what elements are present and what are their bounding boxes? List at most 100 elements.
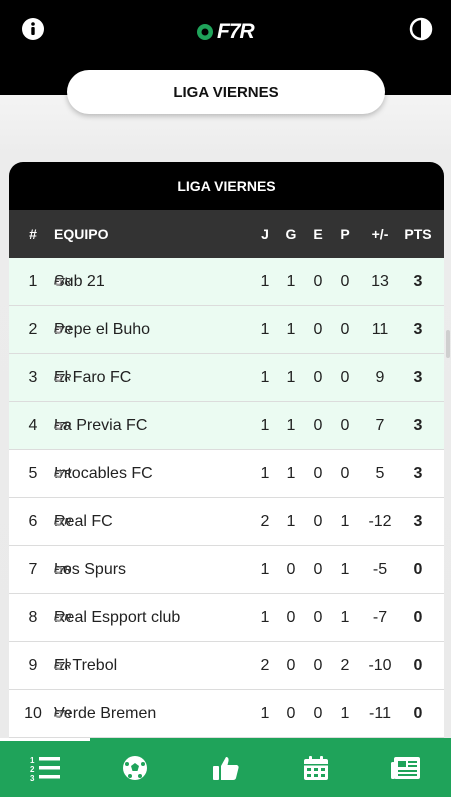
logo-text: F7R [217,20,255,43]
cell-pts: 3 [413,320,423,338]
table-body: 1 F7R Sub 21 1 1 0 0 13 3 2 F7R Pepe el Buho 1 1 0 0 11 3… [9,258,444,738]
nav-standings[interactable]: 1 2 3 [0,738,91,797]
cell-j: 1 [260,704,270,722]
cell-j: 1 [260,320,270,338]
cell-pts: 3 [413,464,423,482]
table-row[interactable]: 7 F7R Los Spurs 1 0 0 1 -5 0 [9,546,444,594]
team-cell: F7R Real FC [54,513,113,531]
soccer-ball-icon [123,755,148,780]
team-logo-text: F7R [54,420,72,431]
table-row[interactable]: 10 F7R Verde Bremen 1 0 0 1 -11 0 [9,690,444,738]
cell-g: 0 [286,560,296,578]
table-row[interactable]: 9 F7R El Trebol 2 0 0 2 -10 0 [9,642,444,690]
calendar-icon [303,755,328,780]
table-row[interactable]: 1 F7R Sub 21 1 1 0 0 13 3 [9,258,444,306]
cell-pos: 5 [28,464,38,482]
header-pts: PTS [404,226,432,242]
team-cell: F7R Verde Bremen [54,705,156,723]
app-logo: F7R [196,20,255,44]
soccer-ball-logo-icon [197,24,213,40]
team-logo-icon: F7R [54,565,71,575]
cell-dg: -7 [372,608,388,626]
cell-dg: 13 [371,272,389,290]
team-cell: F7R La Previa FC [54,417,147,435]
team-logo-icon: F7R [54,325,71,335]
info-button[interactable] [20,16,46,42]
table-row[interactable]: 3 F7R El Faro FC 1 1 0 0 9 3 [9,354,444,402]
table-row[interactable]: 2 F7R Pepe el Buho 1 1 0 0 11 3 [9,306,444,354]
cell-pos: 1 [28,272,38,290]
table-row[interactable]: 5 F7R Intocables FC 1 1 0 0 5 3 [9,450,444,498]
team-logo-icon: F7R [54,661,71,671]
league-selector-button[interactable]: LIGA VIERNES [67,70,385,114]
standings-card: LIGA VIERNES # EQUIPO J G E P +/- PTS 1 F… [9,162,444,738]
cell-g: 0 [286,704,296,722]
cell-pos: 8 [28,608,38,626]
cell-pos: 2 [28,320,38,338]
team-logo-icon: F7R [54,469,71,479]
cell-p: 0 [340,320,350,338]
standings-title: LIGA VIERNES [9,162,444,210]
svg-text:2: 2 [30,765,35,774]
cell-g: 1 [286,416,296,434]
table-row[interactable]: 8 F7R Real Espport club 1 0 0 1 -7 0 [9,594,444,642]
cell-p: 0 [340,416,350,434]
team-logo-icon: F7R [54,373,71,383]
cell-p: 1 [340,704,350,722]
nav-news[interactable] [361,738,451,797]
team-cell: F7R Pepe el Buho [54,321,150,339]
team-logo-text: F7R [54,468,72,479]
theme-toggle-button[interactable] [408,16,434,42]
cell-dg: 11 [371,320,389,338]
cell-e: 0 [313,656,323,674]
cell-e: 0 [313,560,323,578]
nav-favorites[interactable] [180,738,270,797]
cell-e: 0 [313,464,323,482]
scrollbar[interactable] [446,330,450,358]
cell-e: 0 [313,512,323,530]
cell-p: 1 [340,512,350,530]
cell-pts: 0 [413,560,423,578]
team-logo-icon: F7R [54,517,71,527]
team-logo-icon: F7R [54,613,71,623]
header-p: P [340,226,350,242]
table-row[interactable]: 6 F7R Real FC 2 1 0 1 -12 3 [9,498,444,546]
table-header: # EQUIPO J G E P +/- PTS [9,210,444,258]
svg-text:1: 1 [30,756,35,765]
cell-p: 1 [340,560,350,578]
cell-j: 1 [260,272,270,290]
cell-dg: 7 [375,416,385,434]
cell-j: 2 [260,656,270,674]
team-cell: F7R Los Spurs [54,561,126,579]
cell-pos: 9 [28,656,38,674]
team-logo-text: F7R [54,324,72,335]
thumbs-up-icon [212,756,239,780]
cell-j: 1 [260,368,270,386]
cell-e: 0 [313,368,323,386]
team-cell: F7R El Faro FC [54,369,131,387]
cell-e: 0 [313,272,323,290]
team-cell: F7R El Trebol [54,657,117,675]
team-logo-text: F7R [54,708,72,719]
header-pos: # [29,226,37,242]
cell-pos: 6 [28,512,38,530]
cell-pts: 3 [413,512,423,530]
team-logo-text: F7R [54,564,72,575]
cell-p: 0 [340,272,350,290]
cell-g: 1 [286,368,296,386]
team-logo-icon: F7R [54,709,71,719]
table-row[interactable]: 4 F7R La Previa FC 1 1 0 0 7 3 [9,402,444,450]
cell-j: 2 [260,512,270,530]
team-cell: F7R Intocables FC [54,465,153,483]
cell-pos: 7 [28,560,38,578]
cell-j: 1 [260,416,270,434]
nav-calendar[interactable] [271,738,361,797]
cell-e: 0 [313,608,323,626]
svg-text:3: 3 [30,774,35,782]
team-cell: F7R Real Espport club [54,609,180,627]
team-logo-text: F7R [54,276,72,287]
list-ranking-icon: 1 2 3 [30,756,61,782]
cell-j: 1 [260,464,270,482]
nav-matches[interactable] [90,738,180,797]
team-logo-text: F7R [54,516,72,527]
